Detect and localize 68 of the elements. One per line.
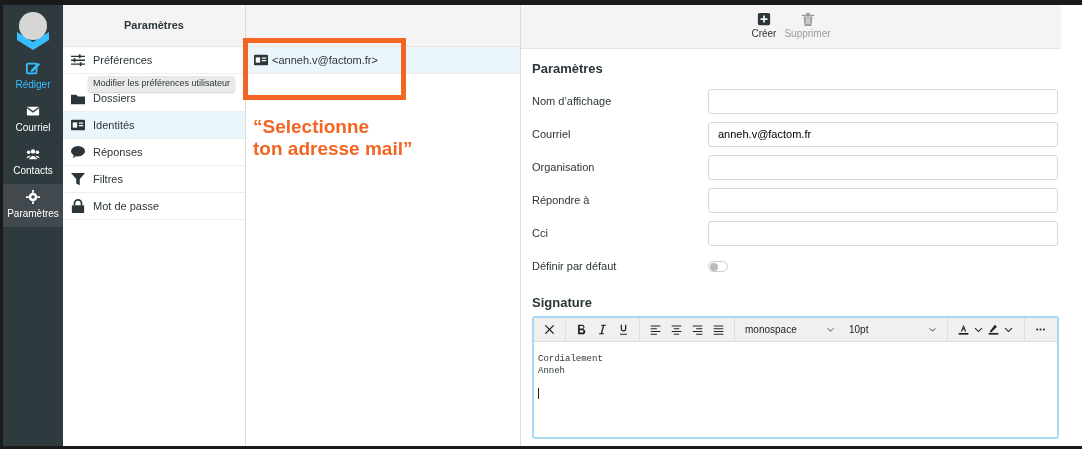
toggle-switch[interactable] xyxy=(708,260,728,272)
field-label: Nom d’affichage xyxy=(532,93,613,109)
create-button[interactable]: Créer xyxy=(751,12,777,41)
marker-icon xyxy=(988,324,999,335)
plus-square-icon xyxy=(756,12,771,26)
text-color-button[interactable] xyxy=(958,324,969,335)
settings-item[interactable]: Identités xyxy=(63,112,245,139)
align-center-button[interactable] xyxy=(671,324,682,335)
id-card-icon xyxy=(71,118,85,132)
trash-icon xyxy=(800,12,815,26)
justify-button[interactable] xyxy=(713,324,724,335)
gear-icon xyxy=(26,190,40,204)
filter-icon xyxy=(71,172,85,186)
underline-button[interactable] xyxy=(618,324,629,335)
bold-button[interactable] xyxy=(576,324,587,335)
lock-icon xyxy=(71,199,85,213)
input-field[interactable] xyxy=(708,154,1058,180)
align-left-button[interactable] xyxy=(650,324,661,335)
font-dropdown[interactable]: monospace xyxy=(745,322,835,337)
justify-icon xyxy=(713,324,724,335)
field-label: Organisation xyxy=(532,159,596,175)
annotation-text: “Selectionne ton adresse mail” xyxy=(252,115,414,160)
field-label: Répondre à xyxy=(532,192,591,208)
section-title: Paramètres xyxy=(532,60,604,78)
identity-item[interactable]: <anneh.v@factom.fr> xyxy=(246,47,520,74)
nav-item[interactable]: Paramètres xyxy=(3,184,63,227)
sliders-icon xyxy=(71,53,85,67)
field-label: Courriel xyxy=(532,126,572,142)
settings-item[interactable]: Mot de passe xyxy=(63,193,245,220)
chevron-icon xyxy=(826,325,835,334)
tooltip: Modifier les préférences utilisateur xyxy=(88,76,236,92)
settings-item[interactable]: Réponses xyxy=(63,139,245,166)
input-field[interactable] xyxy=(708,187,1058,213)
envelope-icon xyxy=(26,104,40,118)
folder-icon xyxy=(71,92,85,106)
close-icon xyxy=(544,324,555,335)
align-right-button[interactable] xyxy=(692,324,703,335)
text-cursor xyxy=(538,388,539,400)
signature-line: Cordialement xyxy=(538,354,604,366)
input-field[interactable] xyxy=(708,88,1058,114)
highlight-button[interactable] xyxy=(988,324,999,335)
text-color-icon xyxy=(958,324,969,335)
people-icon xyxy=(26,147,40,161)
speech-bubble-icon xyxy=(71,145,85,159)
italic-icon xyxy=(597,324,608,335)
bold-icon xyxy=(576,324,587,335)
align-right-icon xyxy=(692,324,703,335)
input-field[interactable] xyxy=(708,220,1058,246)
chevron-icon xyxy=(928,325,937,334)
settings-item[interactable]: Filtres xyxy=(63,166,245,193)
id-card-icon xyxy=(254,53,268,67)
field-label: Cci xyxy=(532,225,549,241)
edit-icon xyxy=(26,61,40,75)
align-center-icon xyxy=(671,324,682,335)
field-label: Définir par défaut xyxy=(532,258,618,274)
panel-title: Paramètres xyxy=(63,5,245,47)
settings-item[interactable]: Préférences xyxy=(63,47,245,74)
section-title: Signature xyxy=(532,293,593,312)
clear-format-button[interactable] xyxy=(544,324,555,335)
size-dropdown[interactable]: 10pt xyxy=(849,322,937,337)
underline-icon xyxy=(618,324,629,335)
align-left-icon xyxy=(650,324,661,335)
signature-line: Anneh xyxy=(538,365,566,378)
nav-item[interactable]: Contacts xyxy=(3,141,63,184)
nav-item[interactable]: Courriel xyxy=(3,98,63,141)
nav-item[interactable]: Rédiger xyxy=(3,55,63,98)
italic-button[interactable] xyxy=(597,324,608,335)
input-field[interactable]: anneh.v@factom.fr xyxy=(708,121,1058,147)
